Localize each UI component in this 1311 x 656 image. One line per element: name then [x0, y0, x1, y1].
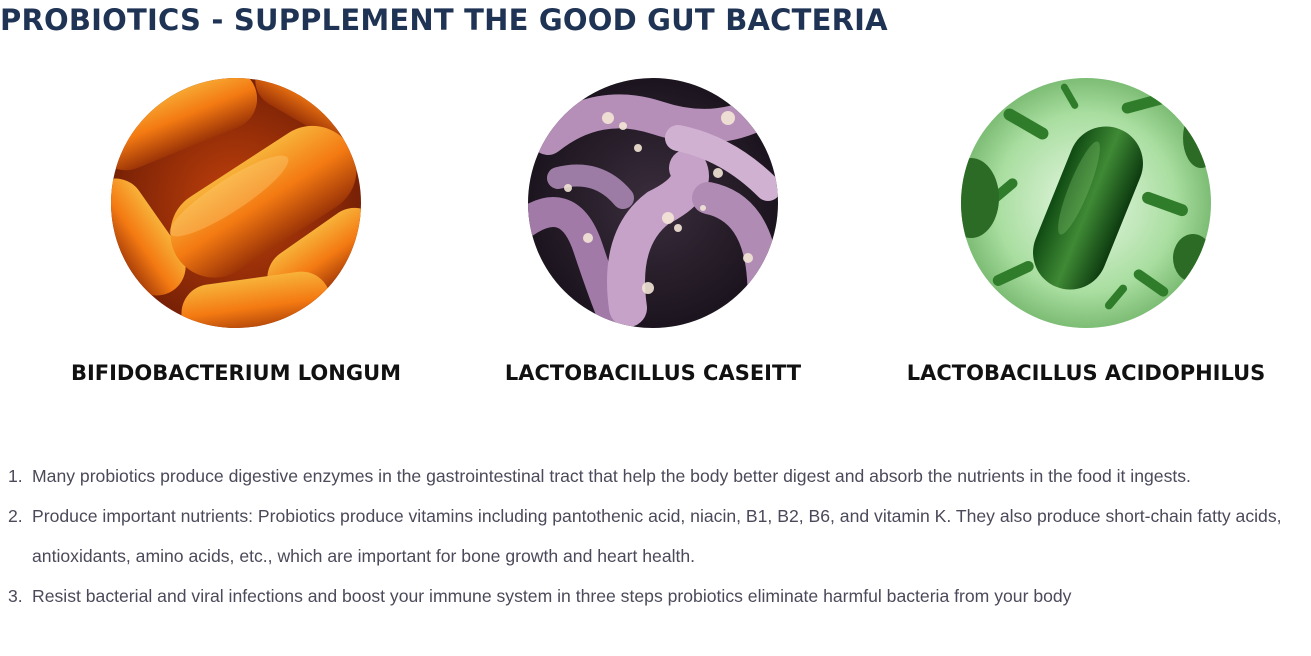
- list-item: 2. Produce important nutrients: Probioti…: [0, 496, 1311, 576]
- lactobacillus-acidophilus-image: [961, 78, 1211, 328]
- list-item-number: 2.: [8, 506, 23, 526]
- benefits-list: 1. Many probiotics produce digestive enz…: [0, 456, 1311, 616]
- list-item-text: Many probiotics produce digestive enzyme…: [32, 466, 1191, 486]
- list-item: 3. Resist bacterial and viral infections…: [0, 576, 1311, 616]
- strain-name: LACTOBACILLUS ACIDOPHILUS: [906, 361, 1266, 385]
- page-title: PROBIOTICS - SUPPLEMENT THE GOOD GUT BAC…: [0, 3, 888, 37]
- lactobacillus-caseitt-image: [528, 78, 778, 328]
- bifidobacterium-longum-image: [111, 78, 361, 328]
- strain-cards: BIFIDOBACTERIUM LONGUM LACTOBACILLUS CAS…: [0, 78, 1311, 398]
- strain-card-lactobacillus-acidophilus: LACTOBACILLUS ACIDOPHILUS: [876, 78, 1296, 398]
- list-item-text: Resist bacterial and viral infections an…: [32, 586, 1072, 606]
- list-item-text: Produce important nutrients: Probiotics …: [32, 506, 1282, 566]
- strain-card-lactobacillus-caseitt: LACTOBACILLUS CASEITT: [443, 78, 863, 398]
- list-item-number: 3.: [8, 586, 23, 606]
- strain-name: LACTOBACILLUS CASEITT: [504, 361, 802, 385]
- strain-name: BIFIDOBACTERIUM LONGUM: [70, 361, 402, 385]
- list-item-number: 1.: [8, 466, 23, 486]
- list-item: 1. Many probiotics produce digestive enz…: [0, 456, 1311, 496]
- strain-card-bifidobacterium-longum: BIFIDOBACTERIUM LONGUM: [26, 78, 446, 398]
